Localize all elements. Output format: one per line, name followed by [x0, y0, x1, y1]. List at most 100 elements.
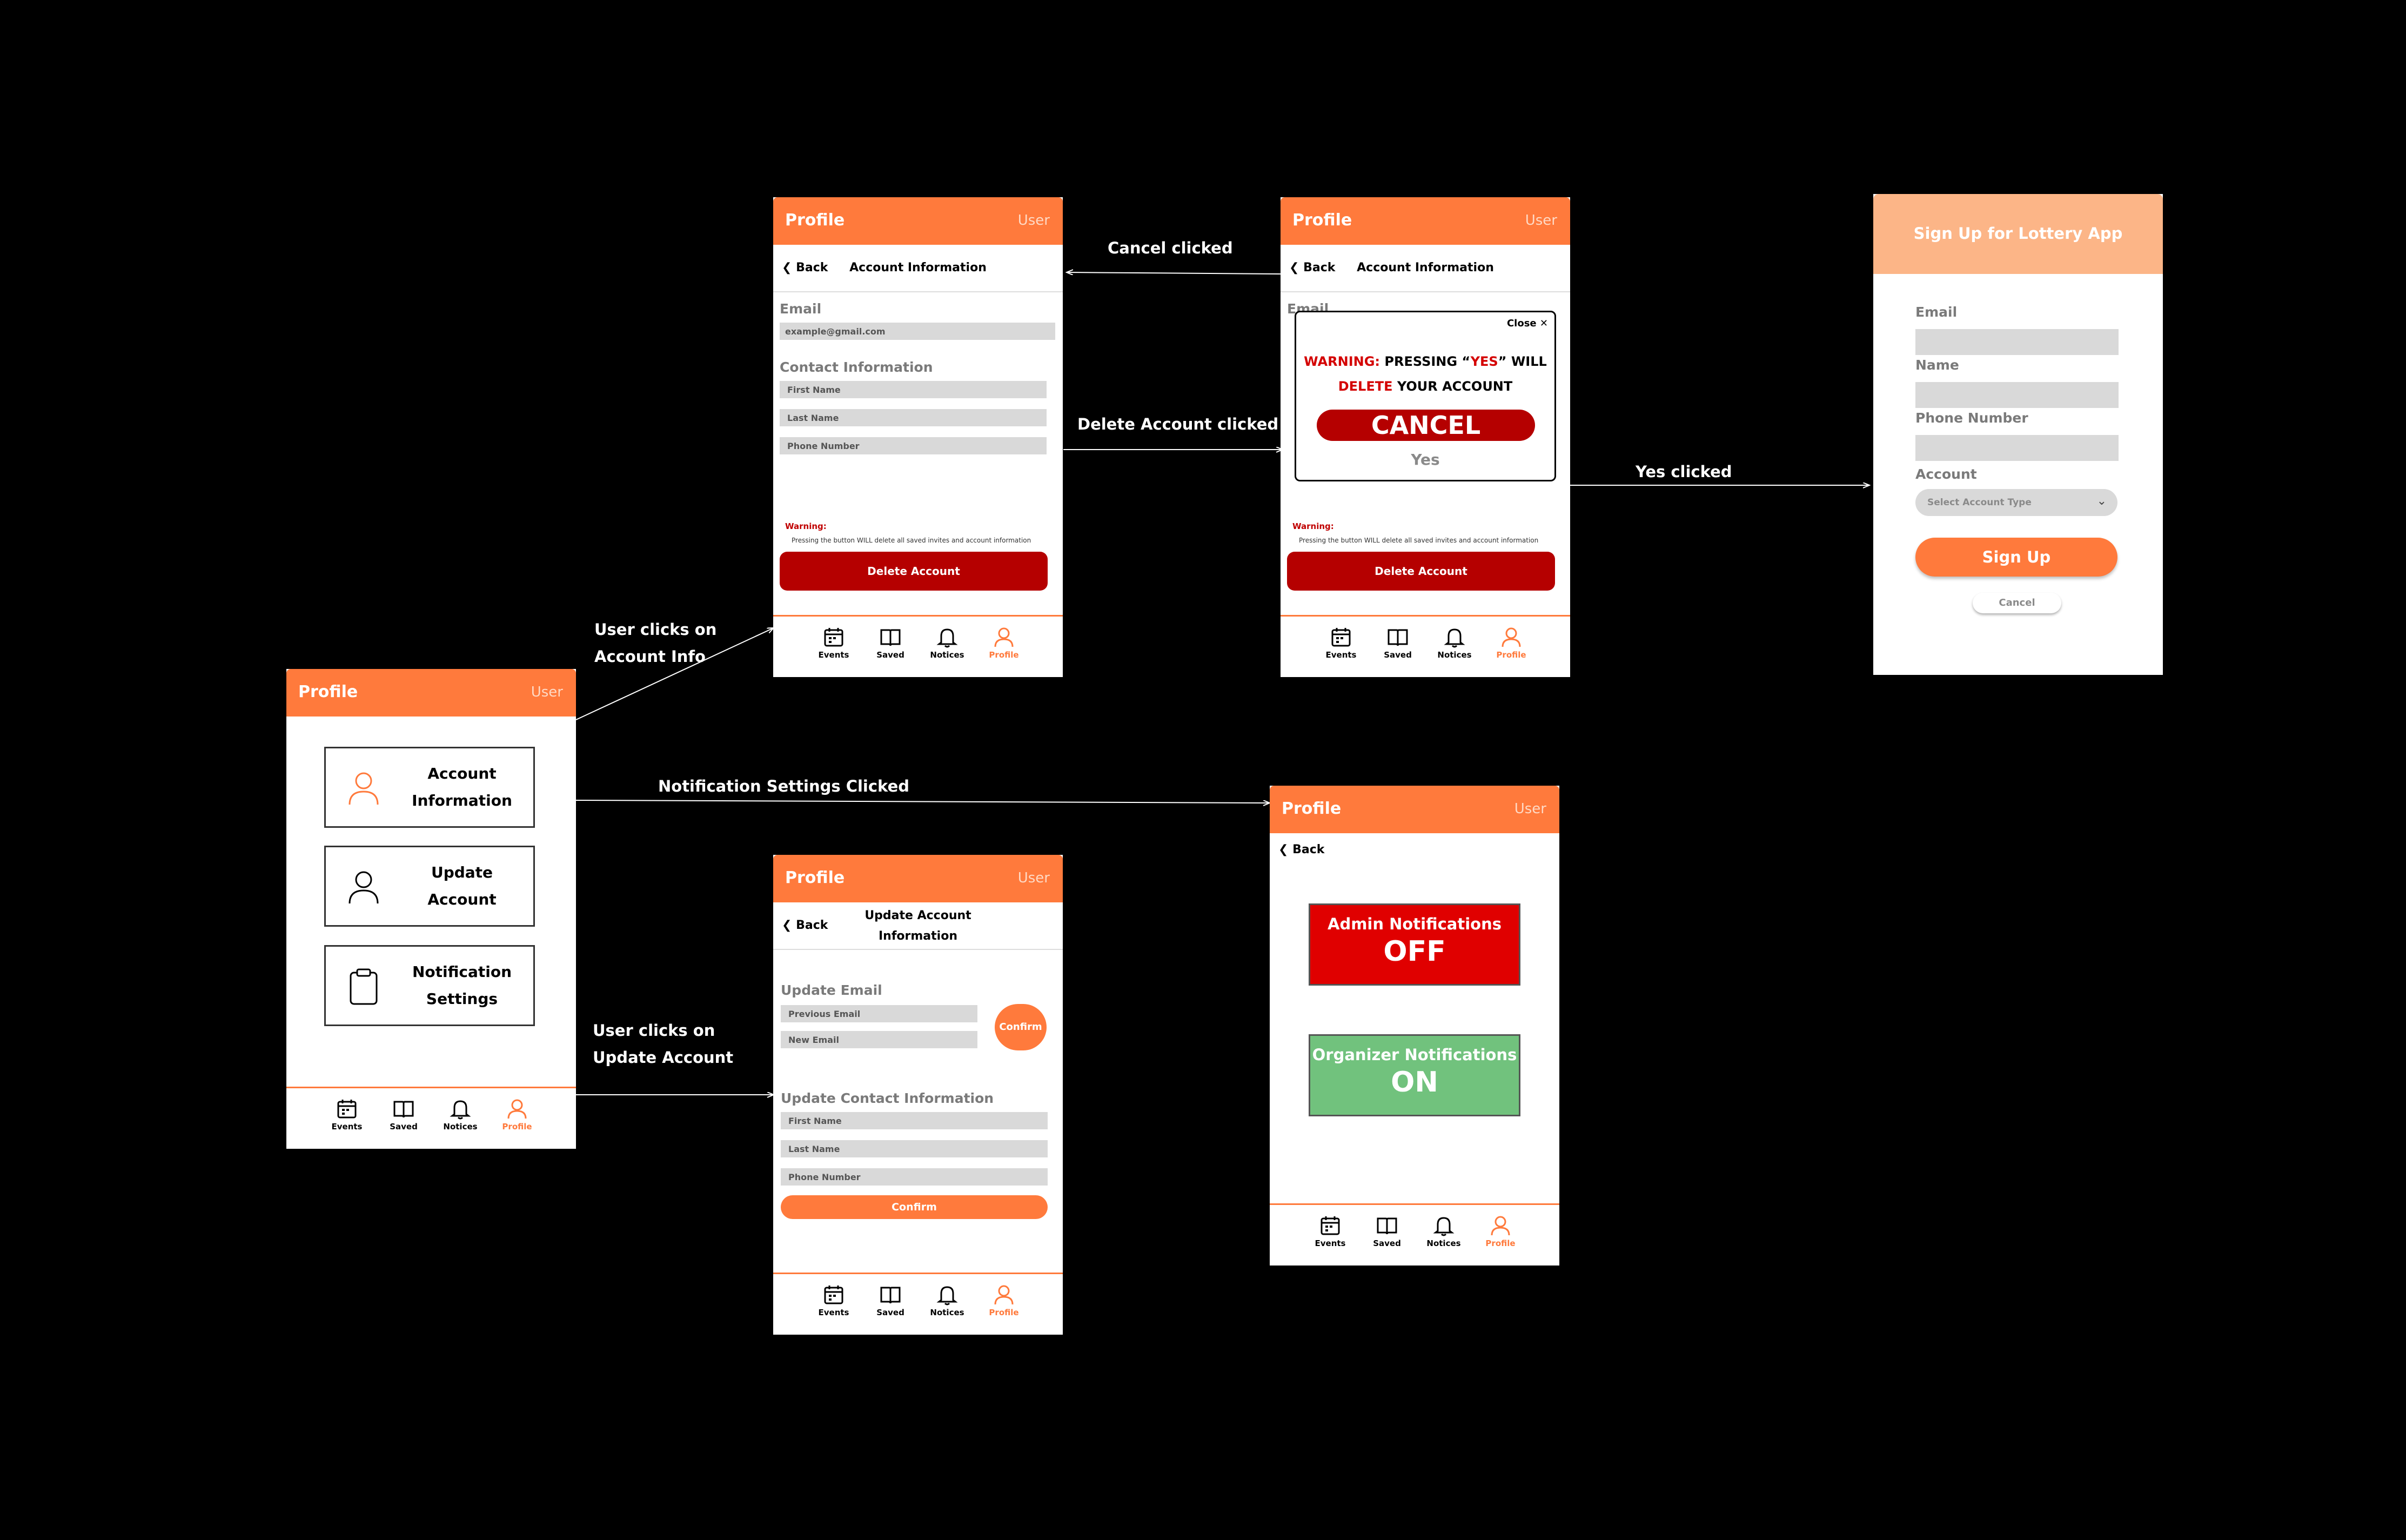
notification-settings-button[interactable]: Notification Settings: [324, 945, 535, 1026]
warning-title: Warning:: [1292, 521, 1334, 531]
bottom-nav: Events Saved Notices Profile: [773, 1273, 1063, 1335]
nav-profile[interactable]: Profile: [1490, 626, 1533, 660]
header-user[interactable]: User: [1514, 801, 1546, 817]
arrow-cancel-back: [1067, 272, 1281, 274]
header-user[interactable]: User: [531, 684, 563, 700]
user-icon: [1502, 627, 1521, 647]
email-field[interactable]: example@gmail.com: [780, 323, 1055, 340]
signup-screen: Sign Up for Lottery App Email Name Phone…: [1873, 194, 2163, 675]
nav-events[interactable]: Events: [812, 1284, 855, 1317]
annotation-account-info: User clicks on Account Info: [594, 620, 717, 666]
account-type-select[interactable]: Select Account Type ⌄: [1915, 489, 2117, 516]
sub-header: ❮ Back Update Account Information: [773, 902, 1063, 950]
phone-field[interactable]: Phone Number: [780, 437, 1047, 454]
delete-account-button[interactable]: Delete Account: [1287, 552, 1555, 591]
nav-notices[interactable]: Notices: [439, 1098, 482, 1131]
signup-name-field[interactable]: [1915, 382, 2119, 408]
nav-notices[interactable]: Notices: [1422, 1215, 1465, 1248]
nav-label: Saved: [876, 1308, 904, 1317]
account-information-button[interactable]: Account Information: [324, 747, 535, 828]
nav-saved[interactable]: Saved: [869, 626, 912, 660]
delete-account-button[interactable]: Delete Account: [780, 552, 1048, 591]
nav-label: Saved: [1384, 650, 1412, 660]
update-contact-label: Update Contact Information: [781, 1090, 994, 1106]
nav-notices[interactable]: Notices: [1433, 626, 1476, 660]
nav-events[interactable]: Events: [1319, 626, 1363, 660]
email-label: Email: [780, 301, 822, 317]
account-information-screen: Profile User ❮ Back Account Information …: [773, 197, 1063, 677]
notification-label-1: Notification: [412, 963, 512, 981]
dialog-yes-button[interactable]: Yes: [1296, 451, 1554, 468]
nav-saved[interactable]: Saved: [1376, 626, 1419, 660]
signup-email-label: Email: [1915, 304, 1958, 320]
chevron-down-icon: ⌄: [2096, 494, 2107, 508]
last-name-field[interactable]: Last Name: [780, 409, 1047, 426]
admin-notifications-toggle[interactable]: Admin Notifications OFF: [1309, 903, 1520, 986]
page-title: Account Information: [1357, 261, 1494, 274]
calendar-icon: [824, 628, 843, 647]
notification-label-2: Settings: [426, 990, 498, 1008]
notification-settings-screen: Profile User ❮ Back Admin Notifications …: [1270, 786, 1559, 1266]
nav-events[interactable]: Events: [812, 626, 855, 660]
book-icon: [1377, 1217, 1397, 1235]
nav-saved[interactable]: Saved: [1365, 1215, 1409, 1248]
update-email-label: Update Email: [781, 982, 882, 998]
nav-events[interactable]: Events: [325, 1098, 368, 1131]
close-button[interactable]: Close ✕: [1507, 318, 1548, 329]
header-title: Profile: [785, 868, 845, 887]
nav-profile[interactable]: Profile: [982, 626, 1026, 660]
confirm-contact-button[interactable]: Confirm: [781, 1195, 1048, 1219]
app-header: Profile User: [773, 855, 1063, 902]
user-icon: [994, 627, 1014, 647]
header-user[interactable]: User: [1018, 212, 1050, 229]
app-header: Profile User: [773, 197, 1063, 245]
book-icon: [880, 1287, 901, 1304]
header-title: Profile: [1282, 799, 1342, 818]
last-name-field[interactable]: Last Name: [781, 1140, 1048, 1157]
signup-header: Sign Up for Lottery App: [1873, 194, 2163, 274]
signup-email-field[interactable]: [1915, 329, 2119, 355]
header-user[interactable]: User: [1525, 212, 1557, 229]
header-title: Profile: [298, 682, 358, 701]
first-name-field[interactable]: First Name: [780, 381, 1047, 398]
new-email-field[interactable]: New Email: [781, 1031, 977, 1048]
admin-notifications-label: Admin Notifications: [1328, 915, 1502, 933]
nav-label: Profile: [1485, 1238, 1516, 1248]
nav-label: Events: [331, 1122, 363, 1131]
previous-email-field[interactable]: Previous Email: [781, 1005, 977, 1022]
bell-icon: [1444, 628, 1465, 648]
nav-saved[interactable]: Saved: [869, 1284, 912, 1317]
contact-label: Contact Information: [780, 359, 933, 375]
update-account-button[interactable]: Update Account: [324, 846, 535, 927]
nav-profile[interactable]: Profile: [982, 1284, 1026, 1317]
nav-saved[interactable]: Saved: [382, 1098, 425, 1131]
dialog-cancel-button[interactable]: CANCEL: [1317, 410, 1535, 441]
page-title: Update Account Information: [864, 909, 971, 943]
signup-account-label: Account: [1915, 466, 1977, 482]
nav-notices[interactable]: Notices: [926, 626, 969, 660]
signup-cancel-button[interactable]: Cancel: [1973, 593, 2061, 613]
signup-title: Sign Up for Lottery App: [1913, 224, 2123, 243]
calendar-icon: [1321, 1216, 1340, 1235]
signup-button[interactable]: Sign Up: [1915, 538, 2117, 577]
organizer-notifications-toggle[interactable]: Organizer Notifications ON: [1309, 1034, 1520, 1116]
nav-label: Events: [818, 1308, 849, 1317]
nav-profile[interactable]: Profile: [495, 1098, 539, 1131]
app-header: Profile User: [286, 669, 576, 717]
bell-icon: [936, 1286, 958, 1305]
confirm-email-button[interactable]: Confirm: [995, 1004, 1047, 1050]
first-name-field[interactable]: First Name: [781, 1112, 1048, 1129]
header-user[interactable]: User: [1018, 870, 1050, 886]
nav-profile[interactable]: Profile: [1479, 1215, 1522, 1248]
phone-field[interactable]: Phone Number: [781, 1168, 1048, 1186]
nav-events[interactable]: Events: [1309, 1215, 1352, 1248]
annotation-delete-clicked: Delete Account clicked: [1077, 415, 1279, 433]
nav-label: Notices: [1426, 1238, 1461, 1248]
back-button[interactable]: ❮ Back: [1278, 843, 1324, 856]
nav-notices[interactable]: Notices: [926, 1284, 969, 1317]
signup-phone-field[interactable]: [1915, 435, 2119, 461]
admin-notifications-state: OFF: [1383, 935, 1446, 968]
header-title: Profile: [1292, 211, 1352, 230]
nav-label: Events: [1315, 1238, 1346, 1248]
book-icon: [880, 629, 901, 646]
